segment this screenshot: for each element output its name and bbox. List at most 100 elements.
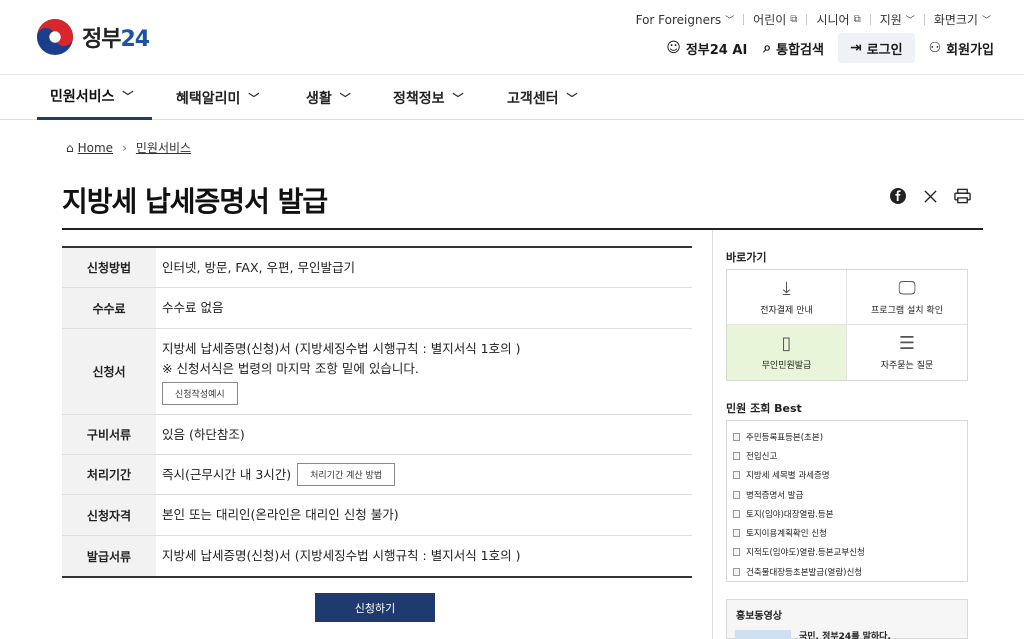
- breadcrumb-home[interactable]: Home: [78, 141, 113, 155]
- list-item[interactable]: 지방세 세목별 과세증명: [733, 466, 967, 485]
- search-icon: ⌕: [763, 40, 772, 56]
- chevron-down-icon: ﹀: [122, 90, 134, 103]
- row-value: 지방세 납세증명(신청)서 (지방세징수법 시행규칙 : 별지서식 1호의 ): [162, 548, 521, 563]
- side-divider: [712, 230, 713, 639]
- download-icon: ⤓: [782, 277, 791, 299]
- table-row: 구비서류 있음 (하단참조): [62, 415, 692, 455]
- row-value: 지방세 납세증명(신청)서 (지방세징수법 시행규칙 : 별지서식 1호의 ) …: [156, 329, 692, 414]
- login-icon: ⇥: [849, 40, 862, 56]
- main-navigation: 민원서비스 ﹀ 혜택알리미 ﹀ 생활 ﹀ 정책정보 ﹀ 고객센터 ﹀: [0, 74, 1024, 120]
- table-row: 신청방법 인터넷, 방문, FAX, 우편, 무인발급기: [62, 248, 692, 288]
- promo-caption: 국민, 정부24를 말하다.: [799, 632, 891, 639]
- for-foreigners-menu[interactable]: For Foreigners ﹀: [627, 13, 744, 27]
- list-item[interactable]: 토지(임야)대장열람.등본: [733, 504, 967, 523]
- ai-button[interactable]: ☺ 정부24 AI: [658, 33, 755, 63]
- list-item[interactable]: 병적증명서 발급: [733, 485, 967, 504]
- kiosk-icon: ▯: [781, 333, 792, 354]
- quick-program-check[interactable]: 🖵 프로그램 설치 확인: [847, 270, 967, 325]
- list-item[interactable]: 지적도(임야도)열람.등본교부신청: [733, 543, 967, 562]
- row-value: 인터넷, 방문, FAX, 우편, 무인발급기: [162, 259, 355, 275]
- title-divider: [62, 228, 983, 230]
- row-value: 수수료 없음: [162, 300, 224, 315]
- document-icon: [733, 567, 740, 576]
- gnb-life[interactable]: 생활 ﹀: [306, 75, 351, 120]
- row-label: 구비서류: [62, 415, 156, 454]
- chevron-down-icon: ﹀: [566, 91, 578, 105]
- table-row: 발급서류 지방세 납세증명(신청)서 (지방세징수법 시행규칙 : 별지서식 1…: [62, 536, 692, 576]
- breadcrumb: ⌂ Home › 민원서비스: [66, 139, 191, 156]
- utility-menu: For Foreigners ﹀ 어린이 ⧉ 시니어 ⧉ 지원 ﹀ 화면크기 ﹀: [627, 11, 1000, 28]
- header-actions: ☺ 정부24 AI ⌕ 통합검색 ⇥ 로그인 ⚇ 회원가입: [658, 33, 1002, 63]
- document-icon: [733, 471, 740, 480]
- list-item[interactable]: 토지이용계획확인 신청: [733, 523, 967, 542]
- x-icon[interactable]: [918, 185, 942, 207]
- gnb-benefit-alert[interactable]: 혜택알리미 ﹀: [176, 75, 259, 120]
- row-label: 발급서류: [62, 536, 156, 576]
- promo-title: 홍보동영상: [736, 611, 782, 622]
- list-item[interactable]: 전입신고: [733, 446, 967, 465]
- list-item[interactable]: 주민등록표등본(초본): [733, 427, 967, 446]
- external-link-icon: ⧉: [790, 14, 798, 25]
- quick-links: ⤓ 전자결제 안내 🖵 프로그램 설치 확인 ▯ 무인민원발급 ☰ 자주묻는 질…: [726, 269, 968, 381]
- document-icon: [733, 509, 740, 518]
- robot-icon: ☺: [666, 40, 681, 56]
- user-plus-icon: ⚇: [928, 40, 942, 56]
- gnb-customer-center[interactable]: 고객센터 ﹀: [507, 75, 578, 120]
- best-list: 주민등록표등본(초본) 전입신고 지방세 세목별 과세증명 병적증명서 발급 토…: [726, 420, 968, 582]
- document-icon: [733, 548, 740, 557]
- video-thumbnail[interactable]: [735, 630, 791, 639]
- list-item[interactable]: 건축물대장등초본발급(열람)신청: [733, 562, 967, 581]
- taegeuk-logo-icon: [36, 18, 74, 56]
- quick-epayment-guide[interactable]: ⤓ 전자결제 안내: [727, 270, 847, 325]
- row-label: 신청서: [62, 329, 156, 414]
- home-icon: ⌂: [66, 140, 74, 155]
- facebook-icon[interactable]: [886, 185, 910, 207]
- row-value: 있음 (하단참조): [162, 426, 245, 442]
- screen-size-menu[interactable]: 화면크기 ﹀: [925, 11, 1000, 28]
- search-button[interactable]: ⌕ 통합검색: [755, 33, 832, 63]
- chevron-down-icon: ﹀: [248, 91, 260, 105]
- table-row: 처리기간 즉시(근무시간 내 3시간) 처리기간 계산 방법: [62, 455, 692, 495]
- table-row: 수수료 수수료 없음: [62, 288, 692, 329]
- external-link-icon: ⧉: [853, 14, 861, 25]
- period-calc-button[interactable]: 처리기간 계산 방법: [297, 463, 396, 486]
- row-label: 수수료: [62, 288, 156, 328]
- logo-text: 정부24: [82, 27, 150, 52]
- quick-kiosk[interactable]: ▯ 무인민원발급: [727, 325, 847, 380]
- quick-links-title: 바로가기: [726, 251, 767, 264]
- gnb-policy-info[interactable]: 정책정보 ﹀: [393, 75, 464, 120]
- service-info-table: 신청방법 인터넷, 방문, FAX, 우편, 무인발급기 수수료 수수료 없음 …: [62, 246, 692, 578]
- document-icon: [733, 451, 740, 460]
- chevron-down-icon: ﹀: [725, 16, 735, 26]
- login-button[interactable]: ⇥ 로그인: [837, 33, 915, 63]
- promo-video-box[interactable]: 홍보동영상 국민, 정부24를 말하다.: [726, 599, 968, 639]
- site-logo[interactable]: 정부24: [36, 18, 150, 56]
- chevron-down-icon: ﹀: [981, 16, 991, 26]
- table-row: 신청서 지방세 납세증명(신청)서 (지방세징수법 시행규칙 : 별지서식 1호…: [62, 329, 692, 415]
- apply-button[interactable]: 신청하기: [315, 593, 435, 622]
- form-example-button[interactable]: 신청작성예시: [162, 381, 238, 405]
- print-icon[interactable]: [950, 185, 974, 207]
- document-icon: [733, 529, 740, 538]
- kids-link[interactable]: 어린이 ⧉: [744, 11, 806, 28]
- quick-faq[interactable]: ☰ 자주묻는 질문: [847, 325, 967, 380]
- signup-button[interactable]: ⚇ 회원가입: [921, 33, 1002, 63]
- chevron-down-icon: ﹀: [339, 91, 351, 105]
- share-tools: [878, 185, 974, 207]
- page-title: 지방세 납세증명서 발급: [62, 185, 328, 218]
- chevron-down-icon: ﹀: [452, 91, 464, 105]
- support-menu[interactable]: 지원 ﹀: [871, 11, 924, 28]
- row-label: 신청방법: [62, 248, 156, 287]
- site-header: 정부24 For Foreigners ﹀ 어린이 ⧉ 시니어 ⧉ 지원 ﹀ 화면크기 ﹀…: [0, 0, 1024, 74]
- row-value: 본인 또는 대리인(온라인은 대리인 신청 불가): [162, 507, 399, 522]
- breadcrumb-current[interactable]: 민원서비스: [136, 139, 191, 156]
- senior-link[interactable]: 시니어 ⧉: [807, 11, 869, 28]
- document-icon: [733, 490, 740, 499]
- table-row: 신청자격 본인 또는 대리인(온라인은 대리인 신청 불가): [62, 495, 692, 536]
- gnb-civil-service[interactable]: 민원서비스 ﹀: [37, 75, 152, 120]
- chat-icon: ☰: [898, 333, 916, 354]
- row-label: 처리기간: [62, 455, 156, 494]
- chevron-down-icon: ﹀: [905, 16, 915, 26]
- chevron-right-icon: ›: [122, 140, 127, 155]
- monitor-icon: 🖵: [898, 277, 916, 299]
